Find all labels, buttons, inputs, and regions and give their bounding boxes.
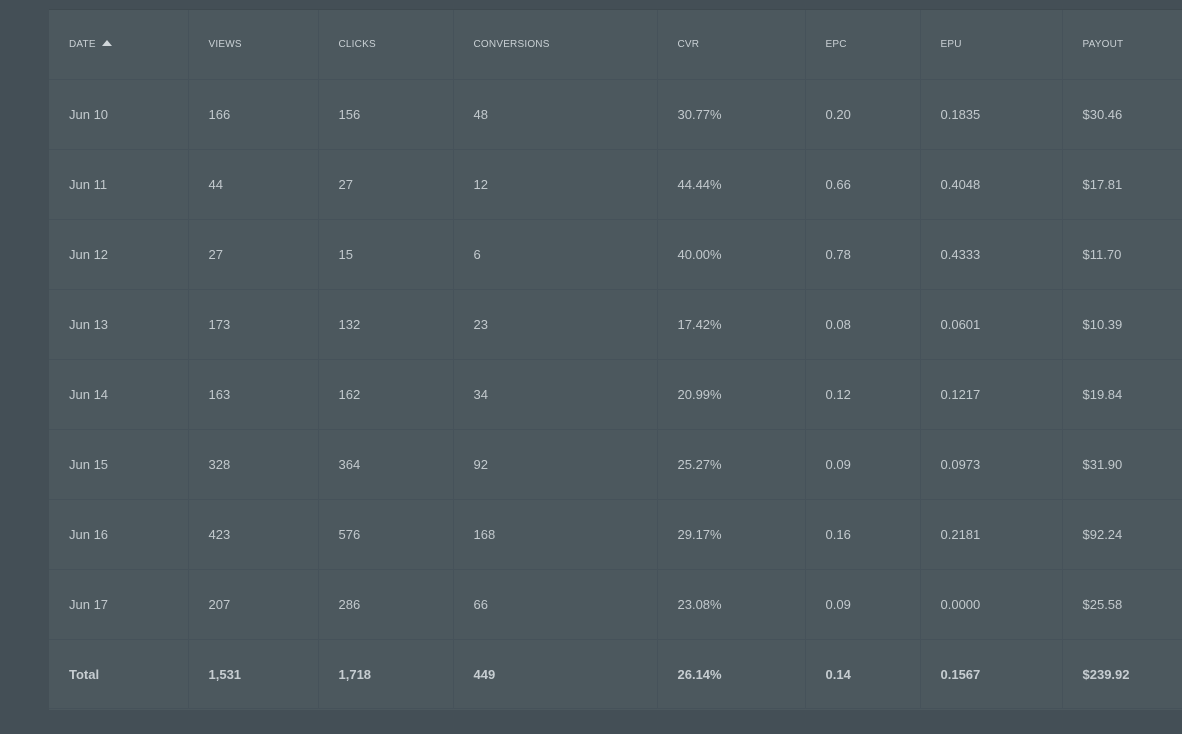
cell-clicks: 364 [318, 429, 454, 500]
cell-date: Jun 11 [49, 149, 189, 220]
cell-conversions: 66 [453, 569, 658, 640]
column-header-cvr[interactable]: CVR [657, 10, 806, 80]
table-header-row: DATE VIEWS CLICKS CONVERSIONS CVR EPC EP… [49, 10, 1182, 80]
cell-views: 207 [188, 569, 319, 640]
cell-clicks: 132 [318, 289, 454, 360]
cell-payout: $92.24 [1062, 499, 1182, 570]
cell-conversions: 168 [453, 499, 658, 570]
cell-epu: 0.2181 [920, 499, 1063, 570]
column-header-label: DATE [69, 39, 96, 50]
table-row: Jun 13 173 132 23 17.42% 0.08 0.0601 $10.39 [49, 289, 1182, 360]
cell-clicks: 156 [318, 79, 454, 150]
cell-payout: $11.70 [1062, 219, 1182, 290]
table-row: Jun 12 27 15 6 40.00% 0.78 0.4333 $11.70 [49, 219, 1182, 290]
cell-conversions: 6 [453, 219, 658, 290]
cell-epu: 0.1835 [920, 79, 1063, 150]
cell-epc: 0.09 [805, 429, 921, 500]
total-cell-epc: 0.14 [805, 639, 921, 709]
cell-epc: 0.20 [805, 79, 921, 150]
cell-epc: 0.66 [805, 149, 921, 220]
table-row: Jun 10 166 156 48 30.77% 0.20 0.1835 $30.46 [49, 79, 1182, 150]
column-header-clicks[interactable]: CLICKS [318, 10, 454, 80]
table-row: Jun 17 207 286 66 23.08% 0.09 0.0000 $25.58 [49, 569, 1182, 640]
cell-date: Jun 16 [49, 499, 189, 570]
cell-date: Jun 17 [49, 569, 189, 640]
cell-views: 27 [188, 219, 319, 290]
cell-epu: 0.0601 [920, 289, 1063, 360]
table-row: Jun 11 44 27 12 44.44% 0.66 0.4048 $17.81 [49, 149, 1182, 220]
stats-table-panel: DATE VIEWS CLICKS CONVERSIONS CVR EPC EP… [49, 9, 1182, 710]
total-cell-views: 1,531 [188, 639, 319, 709]
table-total-row: Total 1,531 1,718 449 26.14% 0.14 0.1567 $239.9… [49, 639, 1182, 709]
cell-epu: 0.0000 [920, 569, 1063, 640]
cell-cvr: 40.00% [657, 219, 806, 290]
cell-epc: 0.12 [805, 359, 921, 430]
cell-cvr: 29.17% [657, 499, 806, 570]
cell-conversions: 12 [453, 149, 658, 220]
cell-views: 423 [188, 499, 319, 570]
table-row: Jun 14 163 162 34 20.99% 0.12 0.1217 $19.84 [49, 359, 1182, 430]
sort-ascending-icon [101, 40, 112, 46]
cell-conversions: 92 [453, 429, 658, 500]
cell-date: Jun 14 [49, 359, 189, 430]
cell-cvr: 25.27% [657, 429, 806, 500]
column-header-views[interactable]: VIEWS [188, 10, 319, 80]
column-header-epc[interactable]: EPC [805, 10, 921, 80]
cell-epc: 0.08 [805, 289, 921, 360]
stats-table: DATE VIEWS CLICKS CONVERSIONS CVR EPC EP… [49, 10, 1182, 709]
cell-payout: $17.81 [1062, 149, 1182, 220]
table-body: Jun 10 166 156 48 30.77% 0.20 0.1835 $30.46 Jun … [49, 79, 1182, 709]
total-cell-epu: 0.1567 [920, 639, 1063, 709]
cell-clicks: 162 [318, 359, 454, 430]
cell-payout: $25.58 [1062, 569, 1182, 640]
cell-payout: $31.90 [1062, 429, 1182, 500]
cell-date: Jun 15 [49, 429, 189, 500]
column-header-date[interactable]: DATE [49, 10, 189, 80]
total-cell-cvr: 26.14% [657, 639, 806, 709]
cell-views: 163 [188, 359, 319, 430]
cell-epc: 0.78 [805, 219, 921, 290]
cell-clicks: 576 [318, 499, 454, 570]
cell-cvr: 30.77% [657, 79, 806, 150]
cell-clicks: 286 [318, 569, 454, 640]
total-cell-date: Total [49, 639, 189, 709]
cell-views: 173 [188, 289, 319, 360]
column-header-epu[interactable]: EPU [920, 10, 1063, 80]
cell-views: 166 [188, 79, 319, 150]
cell-payout: $10.39 [1062, 289, 1182, 360]
cell-conversions: 34 [453, 359, 658, 430]
cell-cvr: 20.99% [657, 359, 806, 430]
cell-date: Jun 13 [49, 289, 189, 360]
cell-cvr: 23.08% [657, 569, 806, 640]
cell-epu: 0.0973 [920, 429, 1063, 500]
table-row: Jun 15 328 364 92 25.27% 0.09 0.0973 $31.90 [49, 429, 1182, 500]
cell-conversions: 48 [453, 79, 658, 150]
cell-date: Jun 12 [49, 219, 189, 290]
cell-views: 328 [188, 429, 319, 500]
cell-epc: 0.09 [805, 569, 921, 640]
cell-payout: $30.46 [1062, 79, 1182, 150]
column-header-conversions[interactable]: CONVERSIONS [453, 10, 658, 80]
total-cell-clicks: 1,718 [318, 639, 454, 709]
cell-epu: 0.4048 [920, 149, 1063, 220]
cell-date: Jun 10 [49, 79, 189, 150]
table-row: Jun 16 423 576 168 29.17% 0.16 0.2181 $92.24 [49, 499, 1182, 570]
cell-epu: 0.4333 [920, 219, 1063, 290]
total-cell-payout: $239.92 [1062, 639, 1182, 709]
cell-payout: $19.84 [1062, 359, 1182, 430]
total-cell-conversions: 449 [453, 639, 658, 709]
cell-views: 44 [188, 149, 319, 220]
column-header-payout[interactable]: PAYOUT [1062, 10, 1182, 80]
cell-cvr: 17.42% [657, 289, 806, 360]
cell-cvr: 44.44% [657, 149, 806, 220]
cell-epu: 0.1217 [920, 359, 1063, 430]
cell-epc: 0.16 [805, 499, 921, 570]
cell-clicks: 15 [318, 219, 454, 290]
cell-conversions: 23 [453, 289, 658, 360]
cell-clicks: 27 [318, 149, 454, 220]
